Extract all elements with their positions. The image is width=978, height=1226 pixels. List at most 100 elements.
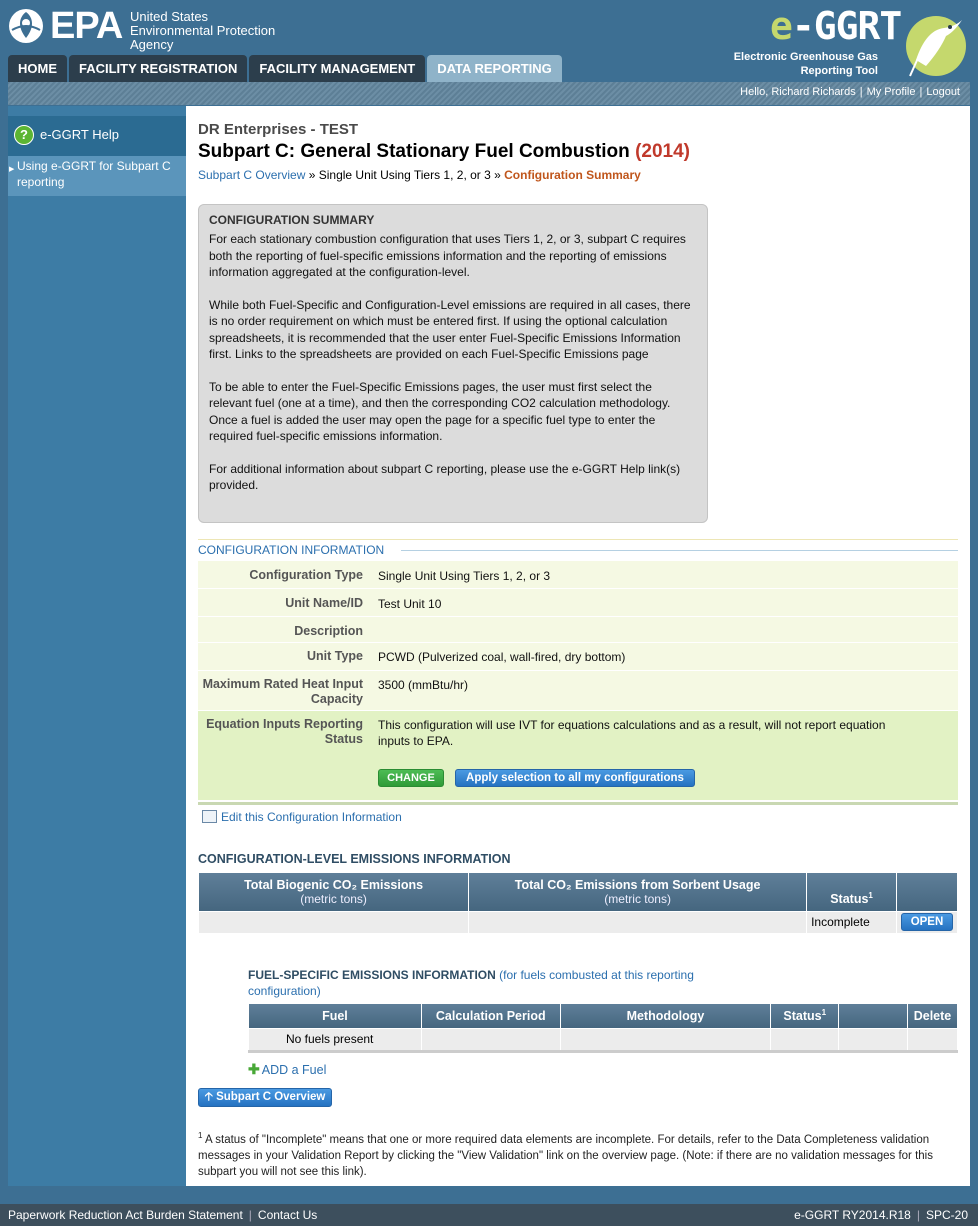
main-nav: HOME FACILITY REGISTRATION FACILITY MANA… xyxy=(8,55,564,82)
egret-bird-icon xyxy=(906,16,966,77)
version-label: e-GGRT RY2014.R18 xyxy=(794,1208,911,1222)
config-label: Equation Inputs Reporting Status xyxy=(206,717,363,746)
table-row: No fuels present xyxy=(248,1027,959,1051)
tab-home[interactable]: HOME xyxy=(8,55,67,82)
config-row: Maximum Rated Heat Input Capacity 3500 (… xyxy=(198,671,958,711)
apply-to-all-button[interactable]: Apply selection to all my configurations xyxy=(455,769,695,787)
column-header xyxy=(895,873,959,911)
tab-facility-registration[interactable]: FACILITY REGISTRATION xyxy=(69,55,248,82)
configuration-emissions-heading: CONFIGURATION-LEVEL EMISSIONS INFORMATIO… xyxy=(198,852,511,866)
column-header: Delete xyxy=(906,1004,959,1028)
separator: | xyxy=(919,86,923,98)
divider xyxy=(248,1050,958,1053)
fuel-emissions-heading: FUEL-SPECIFIC EMISSIONS INFORMATION (for… xyxy=(248,968,694,998)
chevron-right-icon: ▶ xyxy=(9,166,15,173)
config-value: PCWD (Pulverized coal, wall-fired, dry b… xyxy=(378,650,626,664)
subpart-c-overview-button[interactable]: 🡡 Subpart C Overview xyxy=(198,1088,332,1107)
column-header: Status1 xyxy=(806,873,897,911)
column-header xyxy=(838,1004,908,1028)
epa-logo[interactable]: EPA United States Environmental Protecti… xyxy=(8,5,288,52)
edit-configuration-link[interactable]: Edit this Configuration Information xyxy=(202,810,402,824)
user-bar: Hello, Richard Richards | My Profile | Logou… xyxy=(8,82,970,105)
help-header: ? e-GGRT Help xyxy=(8,116,186,156)
fuel-emissions-table: Fuel Calculation Period Methodology Stat… xyxy=(248,1004,959,1051)
paperwork-link[interactable]: Paperwork Reduction Act Burden Statement xyxy=(8,1208,243,1222)
breadcrumb-current: Configuration Summary xyxy=(504,168,641,182)
sidebar: ? e-GGRT Help ▶ Using e-GGRT for Subpart… xyxy=(8,106,186,1186)
status-cell: Incomplete xyxy=(806,910,897,934)
config-value: 3500 (mmBtu/hr) xyxy=(378,678,469,692)
up-arrow-icon: 🡡 xyxy=(204,1091,213,1103)
company-name: DR Enterprises - TEST xyxy=(198,121,359,138)
action-cell: OPEN xyxy=(895,910,959,934)
help-label: e-GGRT Help xyxy=(40,127,119,142)
column-header: Calculation Period xyxy=(420,1004,561,1028)
config-value: Test Unit 10 xyxy=(378,597,442,611)
config-row: Description xyxy=(198,617,958,643)
footnote: 1 A status of "Incomplete" means that on… xyxy=(198,1131,933,1178)
empty-message: No fuels present xyxy=(248,1027,422,1051)
configuration-info-table: Configuration Type Single Unit Using Tie… xyxy=(198,561,958,801)
summary-heading: CONFIGURATION SUMMARY xyxy=(209,213,375,227)
user-greeting: Hello, Richard Richards xyxy=(740,86,856,98)
configuration-emissions-table: Total Biogenic CO₂ Emissions (metric tons… xyxy=(197,873,959,934)
add-fuel-link[interactable]: ✚ ADD a Fuel xyxy=(248,1061,326,1078)
tab-facility-management[interactable]: FACILITY MANAGEMENT xyxy=(249,55,426,82)
divider xyxy=(401,550,958,551)
contact-us-link[interactable]: Contact Us xyxy=(258,1208,317,1222)
sorbent-cell xyxy=(468,910,808,934)
page-id-label: SPC-20 xyxy=(925,1208,968,1222)
table-row: Incomplete OPEN xyxy=(197,910,959,934)
summary-paragraph: To be able to enter the Fuel-Specific Em… xyxy=(209,379,671,444)
help-link-subpart-c[interactable]: ▶ Using e-GGRT for Subpart C reporting xyxy=(8,156,186,196)
separator: | xyxy=(859,86,863,98)
column-header: Total Biogenic CO₂ Emissions (metric tons… xyxy=(197,873,470,911)
config-value: This configuration will use IVT for equa… xyxy=(378,718,886,748)
summary-paragraph: For each stationary combustion configura… xyxy=(209,232,686,279)
edit-icon xyxy=(202,810,217,823)
eggrt-subtitle: Electronic Greenhouse Gas Reporting Tool xyxy=(733,51,878,77)
header: EPA United States Environmental Protecti… xyxy=(0,0,978,82)
summary-paragraph: While both Fuel-Specific and Configurati… xyxy=(209,297,691,362)
eggrt-wordmark: e-GGRT xyxy=(770,4,902,48)
config-value: Single Unit Using Tiers 1, 2, or 3 xyxy=(378,569,551,583)
tab-data-reporting[interactable]: DATA REPORTING xyxy=(427,55,562,82)
config-label: Maximum Rated Heat Input Capacity xyxy=(202,677,363,706)
main-content: DR Enterprises - TEST Subpart C: General… xyxy=(186,106,970,1186)
plus-icon: ✚ xyxy=(248,1061,260,1077)
open-button[interactable]: OPEN xyxy=(900,913,953,931)
logout-link[interactable]: Logout xyxy=(926,86,960,98)
column-header: Total CO₂ Emissions from Sorbent Usage (m… xyxy=(468,873,808,911)
biogenic-cell xyxy=(197,910,470,934)
breadcrumb: Subpart C Overview » Single Unit Using T… xyxy=(198,168,641,182)
reporting-year: (2014) xyxy=(635,141,690,162)
column-header: Methodology xyxy=(559,1004,772,1028)
config-row: Configuration Type Single Unit Using Tie… xyxy=(198,561,958,589)
config-label: Configuration Type xyxy=(249,568,363,582)
my-profile-link[interactable]: My Profile xyxy=(867,86,916,98)
epa-flower-icon xyxy=(9,9,43,43)
breadcrumb-subpart-c-overview[interactable]: Subpart C Overview xyxy=(198,168,305,182)
config-row: Equation Inputs Reporting Status This co… xyxy=(198,711,958,801)
summary-paragraph: For additional information about subpart… xyxy=(209,461,681,493)
breadcrumb-config-type: Single Unit Using Tiers 1, 2, or 3 xyxy=(318,168,491,182)
help-icon: ? xyxy=(14,125,34,145)
epa-wordmark: EPA xyxy=(50,5,123,47)
footer: Paperwork Reduction Act Burden Statement… xyxy=(0,1204,978,1226)
column-header: Fuel xyxy=(248,1004,422,1028)
config-label: Description xyxy=(294,624,363,638)
agency-name: United States Environmental Protection A… xyxy=(130,9,276,52)
eggrt-logo: e-GGRT Electronic Greenhouse Gas Reporti… xyxy=(728,6,968,78)
column-header: Status1 xyxy=(770,1004,840,1028)
config-label: Unit Name/ID xyxy=(285,596,363,610)
config-label: Unit Type xyxy=(306,649,363,663)
configuration-information-heading: CONFIGURATION INFORMATION xyxy=(198,543,385,557)
configuration-summary-box: CONFIGURATION SUMMARY For each stationar… xyxy=(198,204,708,523)
change-button[interactable]: CHANGE xyxy=(378,769,444,787)
config-row: Unit Name/ID Test Unit 10 xyxy=(198,589,958,617)
config-row: Unit Type PCWD (Pulverized coal, wall-fi… xyxy=(198,643,958,671)
footer-band xyxy=(0,1186,978,1204)
divider xyxy=(198,539,958,540)
divider xyxy=(198,802,958,805)
page-title: Subpart C: General Stationary Fuel Combu… xyxy=(198,141,690,162)
